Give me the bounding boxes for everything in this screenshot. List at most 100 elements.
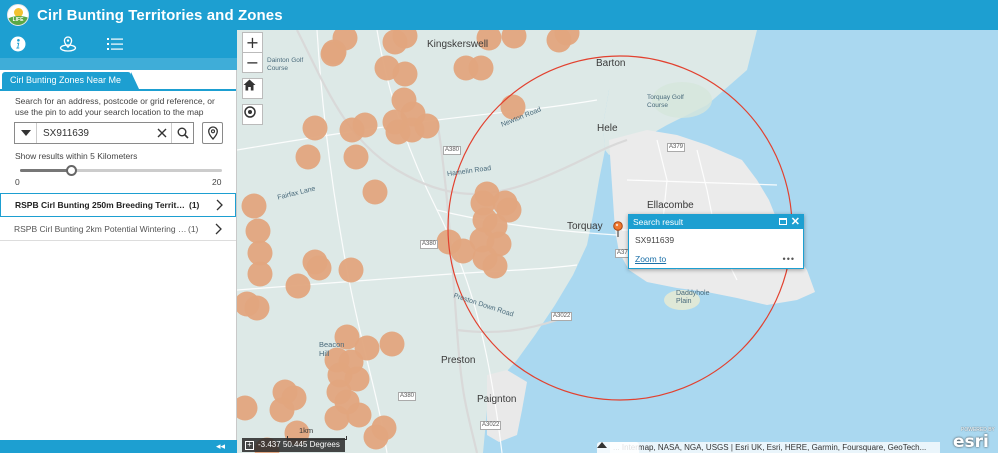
result-count: (1) [188,223,199,234]
life-logo: LIFE [7,4,29,26]
territory-circle[interactable] [501,30,527,49]
attribution-text[interactable]: ... Intermap, NASA, NGA, USGS | Esri UK,… [610,442,940,453]
distance-label: Show results within 5 Kilometers [15,151,138,161]
territory-circle[interactable] [295,144,321,170]
chevron-right-icon [209,199,229,211]
popup-value: SX911639 [635,235,675,245]
map-label-kingskerswell: Kingskerswell [427,39,489,50]
logo-text: LIFE [12,17,24,23]
layer-list-icon [107,38,123,50]
territory-circle[interactable] [392,61,418,87]
caret-down-icon [20,130,31,136]
search-button[interactable] [171,123,193,143]
map-label-hele: Hele [597,123,618,134]
maximize-icon[interactable] [779,218,787,225]
search-source-dropdown[interactable] [15,123,37,143]
territory-circle[interactable] [324,405,350,431]
territory-circle[interactable] [269,397,295,423]
territory-circle[interactable] [237,395,258,421]
search-input[interactable] [37,124,153,142]
road-shield-a3022: A3022 [551,312,573,321]
app-title: Cirl Bunting Territories and Zones [37,6,283,24]
panel-description: Search for an address, postcode or grid … [15,96,215,117]
scale-bar [287,436,347,440]
road-shield-a380: A380 [398,392,417,401]
esri-logo: esri [953,432,989,452]
territory-circle[interactable] [468,55,494,81]
collapse-panel-button[interactable]: ◂◂ [216,441,225,452]
road-shield-a380: A380 [443,146,462,155]
territory-circle[interactable] [306,255,332,281]
panel-tab[interactable]: Cirl Bunting Zones Near Me [2,72,140,89]
popup-header: Search result ✕ [629,215,803,229]
territory-circle[interactable] [346,402,372,428]
location-pin-icon [59,36,77,52]
zoom-out-button[interactable]: − [242,52,263,73]
attribution-toggle[interactable] [597,442,639,453]
road-shield-a380: A380 [420,240,439,249]
search-location-marker[interactable] [612,220,624,238]
map-label-dainton: Dainton Golf Course [267,57,304,72]
territory-circle[interactable] [379,331,405,357]
search-result-popup: Search result ✕ SX911639 Zoom to ••• [628,214,804,269]
plus-icon: + [245,440,254,450]
layer-list-button[interactable] [100,30,130,58]
result-count: (1) [189,200,200,210]
coordinate-text: -3.437 50.445 Degrees [258,440,340,449]
territory-circle[interactable] [338,257,364,283]
territory-circle[interactable] [245,218,271,244]
more-options-icon[interactable]: ••• [783,255,795,264]
home-button[interactable] [242,78,263,99]
zoom-to-link[interactable]: Zoom to [635,254,666,264]
result-label: RSPB Cirl Bunting 2km Potential Winterin… [14,223,188,234]
panel-tab-line [0,89,236,91]
caret-up-icon [597,442,607,448]
result-label: RSPB Cirl Bunting 250m Breeding Territor… [15,200,189,210]
territory-circle[interactable] [241,193,267,219]
map-label-ellacombe: Ellacombe [647,200,694,211]
territory-circle[interactable] [244,295,270,321]
territory-circle[interactable] [339,117,365,143]
slider-thumb[interactable] [65,165,77,176]
road-shield-a3022: A3022 [480,421,502,430]
territory-circle[interactable] [363,424,389,450]
map-label-daddyhole: Daddyhole Plain [676,290,710,305]
territory-layer [237,30,793,453]
map-label-torquay: Torquay [567,221,603,232]
zoom-in-button[interactable]: + [242,32,263,53]
map-label-golf: Torquay Golf Course [647,94,684,109]
search-icon [177,127,189,139]
clear-search-button[interactable] [153,123,171,143]
near-me-button[interactable] [53,30,83,58]
map-pin-icon [207,126,218,140]
result-item-wintering-zone[interactable]: RSPB Cirl Bunting 2km Potential Winterin… [0,217,236,241]
scale-label: 1km [299,426,314,435]
territory-circle[interactable] [414,113,440,139]
search-row [14,122,194,144]
map-label-preston: Preston [441,355,476,366]
road-shield-a379: A379 [667,143,686,152]
map-label-beacon-hill: Beacon Hill [319,340,345,358]
territory-circle[interactable] [362,179,388,205]
distance-slider[interactable] [20,165,222,176]
locate-button[interactable] [242,104,263,125]
territory-circle[interactable] [450,238,476,264]
slider-fill [20,169,71,172]
territory-circle[interactable] [285,273,311,299]
territory-circle[interactable] [482,253,508,279]
close-icon[interactable]: ✕ [791,215,800,229]
popup-title: Search result [633,217,684,227]
territory-circle[interactable] [320,41,346,67]
home-icon [243,79,256,91]
about-button[interactable] [3,30,33,58]
map-view[interactable]: Kingskerswell Barton Hele Torquay Golf C… [237,30,998,453]
crosshair-icon [244,106,256,118]
territory-circle[interactable] [343,144,369,170]
territory-circle[interactable] [302,115,328,141]
result-item-breeding-territory[interactable]: RSPB Cirl Bunting 250m Breeding Territor… [0,193,236,217]
territory-circle[interactable] [247,261,273,287]
add-pin-button[interactable] [202,122,223,144]
close-icon [157,128,167,138]
coordinate-readout[interactable]: + -3.437 50.445 Degrees [242,438,345,452]
slider-max-label: 20 [212,177,222,187]
